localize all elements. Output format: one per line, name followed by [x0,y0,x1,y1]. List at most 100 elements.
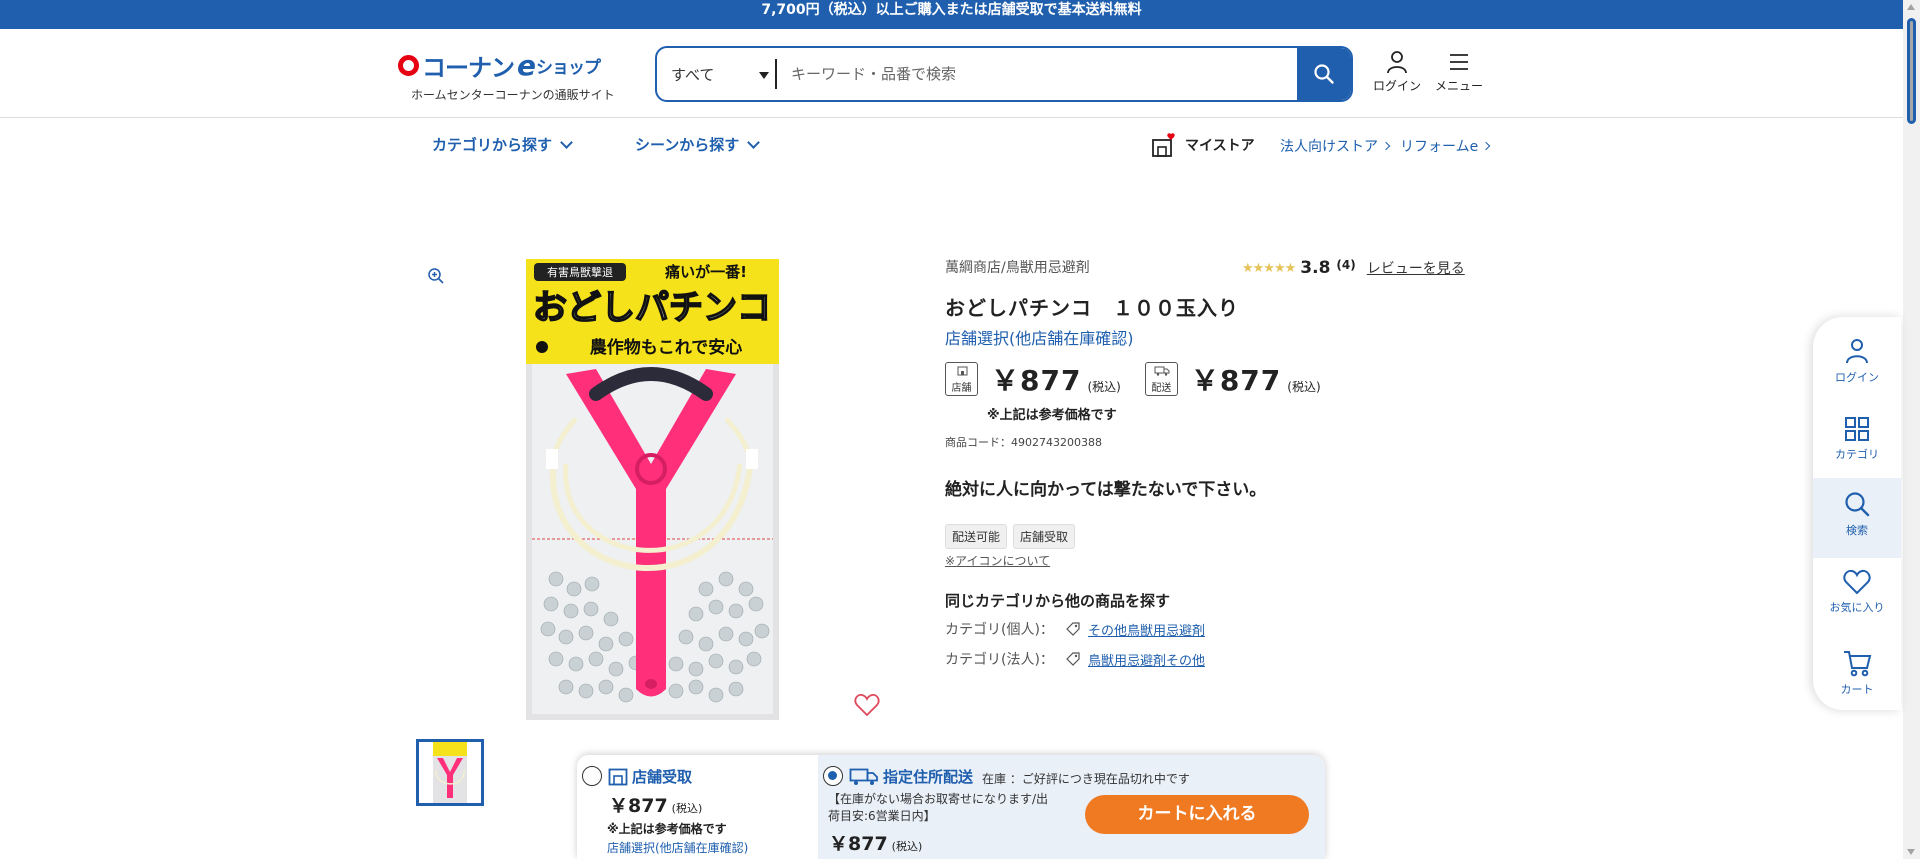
pickup-option[interactable]: 店舗受取 ￥877 (税込) ※上記は参考価格です 店舗選択(他店舗在庫確認) [577,755,818,859]
category-heading: 同じカテゴリから他の商品を探す [945,592,1171,610]
favorite-heart-icon[interactable] [854,693,880,721]
rating-value: 3.8 [1300,258,1331,278]
pickup-price: ￥877 (税込) [609,791,702,818]
reform-link[interactable]: リフォームe [1400,136,1491,156]
nav-category-dropdown[interactable]: カテゴリから探す [432,134,573,155]
icon-about-link[interactable]: ※アイコンについて [945,552,1050,569]
header-login[interactable]: ログイン [1373,49,1421,94]
store-price-badge: 店舗 [945,362,978,396]
pickup-store-select-link[interactable]: 店舗選択(他店舗在庫確認) [607,839,748,856]
package-title: おどしパチンコ [533,288,771,328]
caret-down-icon [759,72,769,79]
store-icon [608,768,628,785]
product-code: 商品コード：4902743200388 [945,436,1102,449]
product-brand: 萬綱商店/鳥獣用忌避剤 [945,260,1090,276]
corporate-store-link[interactable]: 法人向けストア [1280,136,1391,156]
delivery-note-line2: 荷目安:6営業日内】 [828,809,936,823]
store-badge-label: 店舗 [951,383,972,394]
delivery-stock-status: 在庫 ：ご好評につき現在品切れ中です [982,772,1190,786]
side-category[interactable]: カテゴリ [1813,404,1901,484]
pickup-price-value: ￥877 [609,795,668,817]
grid-icon [1845,417,1869,441]
store-price: ￥877 [991,364,1082,397]
store-heart-icon [1152,133,1175,157]
search-category-value: すべて [671,65,715,84]
logo-subtitle: ホームセンターコーナンの通販サイト [411,88,615,102]
shipping-banner: 7,700円（税込）以上ご購入または店舗受取で基本送料無料 [0,0,1903,29]
pickup-label-text: 店舗受取 [632,768,693,786]
rating-stars-icon: ★★★★★ [1242,260,1296,276]
hamburger-menu-icon [1450,54,1468,70]
zoom-in-icon[interactable] [427,267,445,289]
side-cart[interactable]: カート [1813,637,1901,717]
package-tag-left: 有害鳥獣撃退 [547,265,613,279]
side-favorite-label: お気に入り [1829,601,1885,614]
site-header: コーナン e ショップ ホームセンターコーナンの通販サイト すべて ログイン [0,29,1903,118]
search-icon [1845,492,1870,517]
category-personal-link[interactable]: その他鳥獣用忌避剤 [1088,620,1205,639]
search-category-select[interactable]: すべて [657,48,775,100]
nav-scene-dropdown[interactable]: シーンから探す [635,134,761,155]
category-corporate-row: カテゴリ(法人)： 鳥獣用忌避剤その他 [945,649,1205,669]
category-personal-label: カテゴリ(個人)： [945,622,1054,638]
chevron-down-icon [747,135,761,149]
search-input[interactable] [777,48,1297,100]
global-nav: カテゴリから探す シーンから探す マイストア 法人向けストア リフォームe [0,118,1903,168]
pickup-radio[interactable] [582,766,602,786]
chevron-right-icon [1481,141,1491,151]
category-corporate-link[interactable]: 鳥獣用忌避剤その他 [1088,650,1205,669]
truck-icon [1154,366,1170,376]
product-warning: 絶対に人に向かっては撃たないで下さい。 [945,480,1267,500]
tag-icon [1066,652,1080,666]
header-menu[interactable]: メニュー [1435,49,1483,94]
pickup-price-note: ※上記は参考価格です [607,822,727,836]
delivery-price: ￥877 [1190,364,1282,397]
scroll-down-arrow[interactable] [1907,849,1915,855]
product-rating: ★★★★★ 3.8 (4) レビューを見る [1242,258,1465,278]
side-category-label: カテゴリ [1835,448,1879,461]
chevron-right-icon [1381,141,1391,151]
search-bar: すべて [655,46,1353,102]
price-note: ※上記は参考価格です [987,408,1117,423]
mystore-link[interactable]: マイストア [1151,132,1255,158]
store-icon [957,366,968,376]
delivery-price-tax: (税込) [891,840,923,853]
logo-text: コーナン [422,54,515,82]
store-price-tax: (税込) [1087,379,1121,394]
site-logo[interactable]: コーナン e ショップ ホームセンターコーナンの通販サイト [398,48,638,103]
user-icon [1846,339,1868,364]
store-select-link[interactable]: 店舗選択(他店舗在庫確認) [945,325,1134,349]
side-favorite[interactable]: お気に入り [1813,557,1901,637]
side-login[interactable]: ログイン [1813,325,1901,405]
product-main-image[interactable]: 有害鳥獣撃退 痛いが一番! おどしパチンコ 農作物もこれで安心 [526,259,779,720]
nav-category-label: カテゴリから探す [432,136,553,154]
product-thumbnail[interactable] [416,739,484,806]
review-link[interactable]: レビューを見る [1367,258,1465,278]
logo-wordmark: コーナン e ショップ [398,48,638,83]
side-search[interactable]: 検索 [1813,478,1901,558]
package-subtitle: 農作物もこれで安心 [590,337,743,358]
side-login-label: ログイン [1835,371,1879,384]
truck-icon [849,768,878,785]
purchase-bar: 店舗受取 ￥877 (税込) ※上記は参考価格です 店舗選択(他店舗在庫確認) 指… [577,755,1325,859]
delivery-option-label: 指定住所配送 [849,766,973,787]
scrollbar-thumb[interactable] [1907,18,1916,124]
delivery-note-line1: 【在庫がない場合お取寄せになります/出 [828,792,1049,806]
side-search-label: 検索 [1846,524,1868,537]
login-label: ログイン [1373,79,1422,93]
search-icon [1314,64,1334,84]
tag-store-pickup: 店舗受取 [1013,524,1076,549]
page-scrollbar[interactable] [1903,0,1920,859]
pickup-option-label: 店舗受取 [608,766,692,787]
tag-delivery-available: 配送可能 [945,524,1008,549]
heart-icon [1843,569,1871,595]
menu-label: メニュー [1435,79,1484,93]
cart-icon [1844,651,1872,677]
add-to-cart-button[interactable]: カートに入れる [1085,795,1309,834]
scroll-up-arrow[interactable] [1907,4,1915,10]
delivery-radio[interactable] [823,766,843,786]
search-button[interactable] [1297,48,1351,100]
package-tag-right: 痛いが一番! [664,263,747,281]
product-title: おどしパチンコ １００玉入り [945,296,1239,320]
logo-shop: ショップ [536,58,601,78]
